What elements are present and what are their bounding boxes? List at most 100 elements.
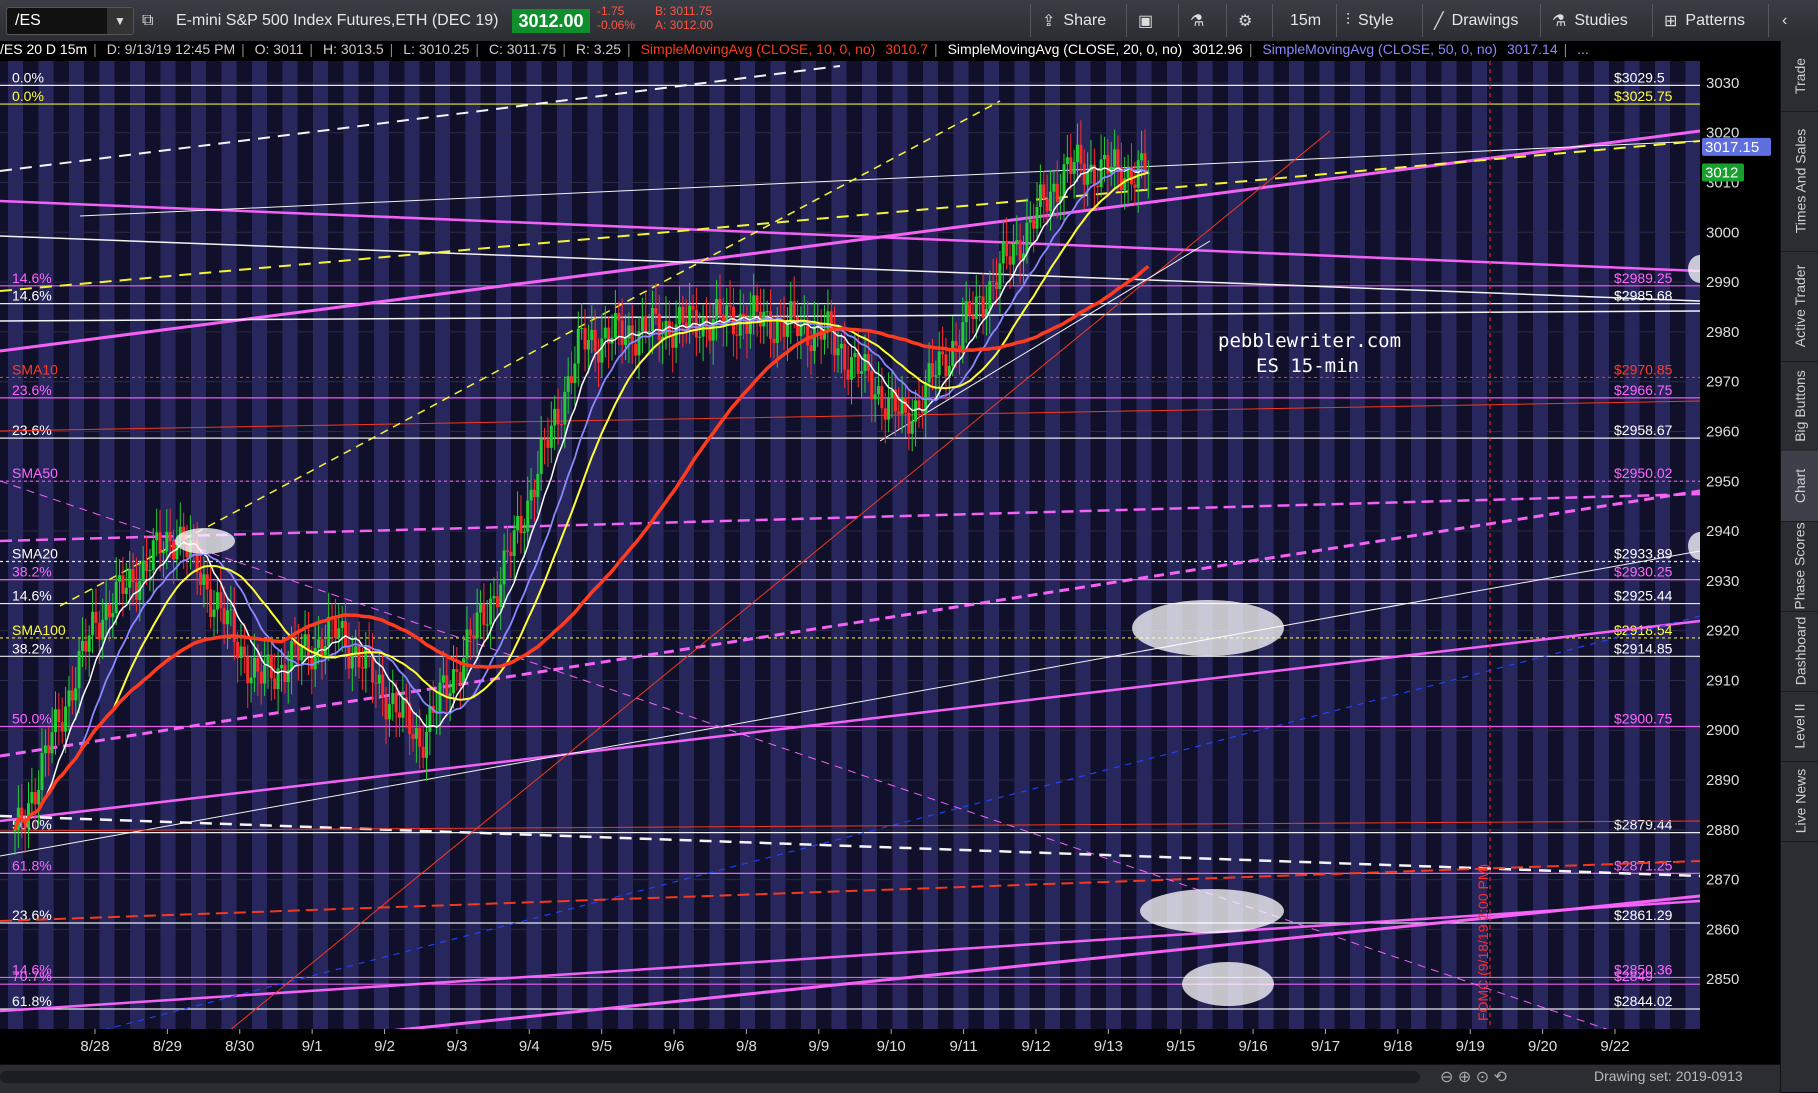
candle-body: [991, 281, 995, 283]
candle-body: [1035, 206, 1039, 229]
link-icon[interactable]: ⧉: [142, 0, 161, 41]
flask-button[interactable]: ⚗: [1190, 0, 1212, 41]
time-tick: 8/29: [153, 1038, 182, 1055]
price-axis: [1700, 61, 1780, 1064]
level-right-label: $2900.75: [1614, 711, 1673, 727]
candle-body: [242, 646, 246, 657]
candle-body: [67, 690, 71, 707]
candle-body: [124, 587, 128, 594]
price-change: -1.75: [597, 4, 625, 18]
panel-tab-trade[interactable]: Trade: [1781, 41, 1818, 112]
share-button[interactable]: ⇪ Share: [1042, 0, 1106, 41]
level-right-label: $2989.25: [1614, 270, 1673, 286]
price-chart[interactable]: 0.0% $3029.5 0.0% $3025.75 14.6% $2989.25 14.6…: [0, 61, 1780, 1064]
candle-body: [519, 515, 523, 534]
sma10-label[interactable]: SimpleMovingAvg (CLOSE, 10, 0, no): [641, 41, 876, 57]
time-tick: 9/12: [1021, 1038, 1050, 1055]
candle-body: [796, 317, 800, 337]
sma20-label[interactable]: SimpleMovingAvg (CLOSE, 20, 0, no): [948, 41, 1183, 57]
time-tick: 9/10: [877, 1038, 906, 1055]
collapse-button[interactable]: ‹: [1782, 0, 1795, 41]
price-tick: 2880: [1706, 822, 1739, 839]
panel-tab-phase-scores[interactable]: Phase Scores: [1781, 521, 1818, 612]
studies-button[interactable]: ⚗ Studies: [1552, 0, 1628, 41]
style-button[interactable]: ⫶ Style: [1346, 0, 1394, 41]
candle-body: [964, 301, 968, 323]
zoom-icons[interactable]: ⊖ ⊕ ⊙ ⟲: [1440, 1067, 1507, 1087]
candle-body: [1049, 191, 1053, 212]
panel-tab-live-news[interactable]: Live News: [1781, 761, 1818, 842]
patterns-button[interactable]: ⊞ Patterns: [1664, 0, 1745, 41]
time-tick: 9/18: [1383, 1038, 1412, 1055]
panel-tab-big-buttons[interactable]: Big Buttons: [1781, 361, 1818, 452]
price-tick: 2960: [1706, 423, 1739, 440]
candle-body: [209, 589, 213, 617]
camera-button[interactable]: ▣: [1138, 0, 1161, 41]
panel-tab-times-and-sales[interactable]: Times And Sales: [1781, 111, 1818, 252]
candle-body: [536, 473, 540, 497]
session-band: [648, 61, 664, 1029]
level-left-label: 23.6%: [12, 907, 52, 923]
level-right-label: $2844.02: [1614, 993, 1673, 1009]
candle-body: [229, 609, 233, 611]
level-right-label: $2930.25: [1614, 564, 1673, 580]
time-tick: 9/22: [1600, 1038, 1629, 1055]
candle-body: [111, 613, 115, 618]
panel-tab-chart[interactable]: Chart: [1781, 451, 1818, 522]
candle-body: [516, 515, 520, 531]
candle-body: [118, 575, 122, 582]
candle-body: [495, 596, 499, 607]
bar-range: R: 3.25: [575, 41, 622, 57]
panel-tab-level-ii[interactable]: Level II: [1781, 691, 1818, 762]
candle-body: [259, 671, 263, 684]
candle-body: [505, 550, 509, 552]
sma50-label[interactable]: SimpleMovingAvg (CLOSE, 50, 0, no): [1262, 41, 1497, 57]
candle-body: [873, 394, 877, 400]
candle-body: [485, 624, 489, 626]
panel-tab-label: Phase Scores: [1792, 522, 1809, 610]
session-band: [740, 61, 755, 1029]
share-icon: ⇪: [1042, 12, 1056, 30]
horizontal-scrollbar[interactable]: [0, 1071, 1420, 1083]
symbol-selector[interactable]: /ES ▼: [6, 7, 134, 35]
candle-body: [313, 647, 317, 670]
candle-body: [907, 412, 911, 434]
share-label: Share: [1063, 11, 1107, 29]
candle-body: [1099, 159, 1103, 188]
level-left-label: SMA100: [12, 622, 66, 638]
more-studies[interactable]: ...: [1577, 41, 1589, 57]
studies-label: Studies: [1574, 11, 1628, 29]
level-left-label: 50.0%: [12, 711, 52, 727]
candle-body: [384, 697, 388, 720]
panel-tab-active-trader[interactable]: Active Trader: [1781, 251, 1818, 362]
price-tick: 2860: [1706, 921, 1739, 938]
candle-body: [414, 728, 418, 739]
candle-body: [968, 301, 972, 316]
candle-body: [273, 678, 277, 690]
chart-id: /ES 20 D 15m: [0, 41, 88, 57]
candle-body: [640, 316, 644, 332]
change-block: -1.75 -0.06%: [597, 4, 635, 32]
chevron-down-icon[interactable]: ▼: [107, 8, 133, 34]
candle-body: [145, 560, 149, 572]
patterns-icon: ⊞: [1664, 12, 1678, 30]
time-tick: 9/5: [591, 1038, 612, 1055]
settings-button[interactable]: ⚙: [1238, 0, 1260, 41]
level-left-label: SMA50: [12, 465, 58, 481]
candle-body: [1106, 154, 1110, 174]
candle-body: [1018, 240, 1022, 261]
candle-body: [850, 357, 854, 380]
candle-body: [121, 575, 125, 594]
session-band: [1258, 61, 1274, 1029]
bar-low: L: 3010.25: [403, 41, 470, 57]
candle-body: [478, 603, 482, 613]
candle-body: [812, 326, 816, 352]
drawings-button[interactable]: ╱ Drawings: [1434, 0, 1518, 41]
candle-body: [701, 317, 705, 337]
candle-body: [57, 709, 61, 723]
timeframe-button[interactable]: 15m: [1290, 0, 1321, 41]
candle-body: [360, 667, 364, 669]
panel-tab-dashboard[interactable]: Dashboard: [1781, 611, 1818, 692]
candle-body: [50, 732, 54, 754]
session-band: [862, 61, 877, 1029]
